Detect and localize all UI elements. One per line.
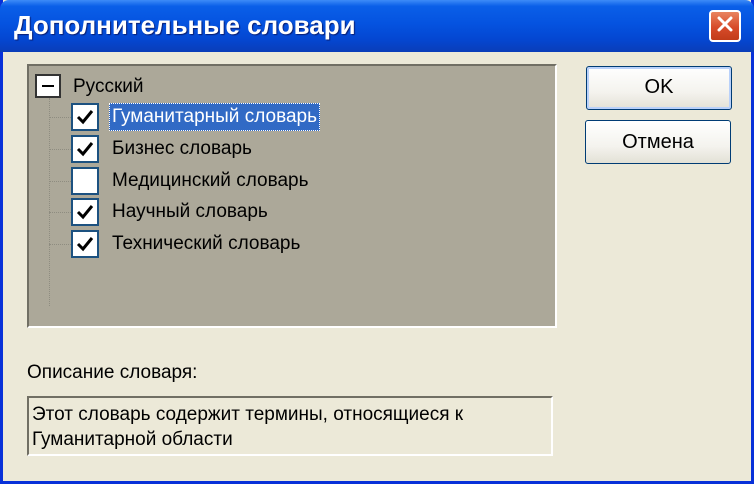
tree-connector [49, 244, 71, 245]
collapse-toggle[interactable] [35, 74, 61, 98]
minus-icon [42, 85, 54, 87]
tree-root-russian[interactable]: Русский [73, 74, 144, 100]
tree-item-label[interactable]: Медицинский словарь [109, 167, 311, 195]
dictionary-checkbox[interactable] [71, 103, 99, 131]
description-box: Этот словарь содержит термины, относящие… [27, 396, 553, 456]
cancel-button[interactable]: Отмена [585, 120, 731, 164]
tree-connector [49, 181, 71, 182]
tree-connector [49, 149, 71, 150]
tree-item-label[interactable]: Бизнес словарь [109, 135, 255, 163]
dictionary-tree[interactable]: Русский Гуманитарный словарь Бизнес слова… [27, 64, 557, 328]
window-title: Дополнительные словари [14, 10, 356, 40]
close-icon [717, 16, 733, 37]
tree-connector [49, 117, 71, 118]
checkmark-icon [76, 142, 94, 157]
tree-item-label[interactable]: Научный словарь [109, 198, 271, 226]
ok-button[interactable]: OK [586, 66, 732, 110]
tree-connector [49, 98, 50, 306]
title-bar[interactable]: Дополнительные словари [0, 0, 754, 52]
close-button[interactable] [709, 10, 741, 42]
dictionary-checkbox[interactable] [71, 135, 99, 163]
description-label: Описание словаря: [27, 362, 198, 383]
tree-item-label[interactable]: Технический словарь [109, 230, 303, 258]
tree-item-label[interactable]: Гуманитарный словарь [109, 103, 320, 131]
dictionary-checkbox[interactable] [71, 230, 99, 258]
dialog-window: Дополнительные словари Русский Гуманитар… [0, 0, 754, 484]
dictionary-checkbox[interactable] [71, 198, 99, 226]
tree-connector [49, 212, 71, 213]
checkmark-icon [76, 110, 94, 125]
checkmark-icon [76, 237, 94, 252]
dictionary-checkbox[interactable] [71, 167, 99, 195]
checkmark-icon [76, 205, 94, 220]
